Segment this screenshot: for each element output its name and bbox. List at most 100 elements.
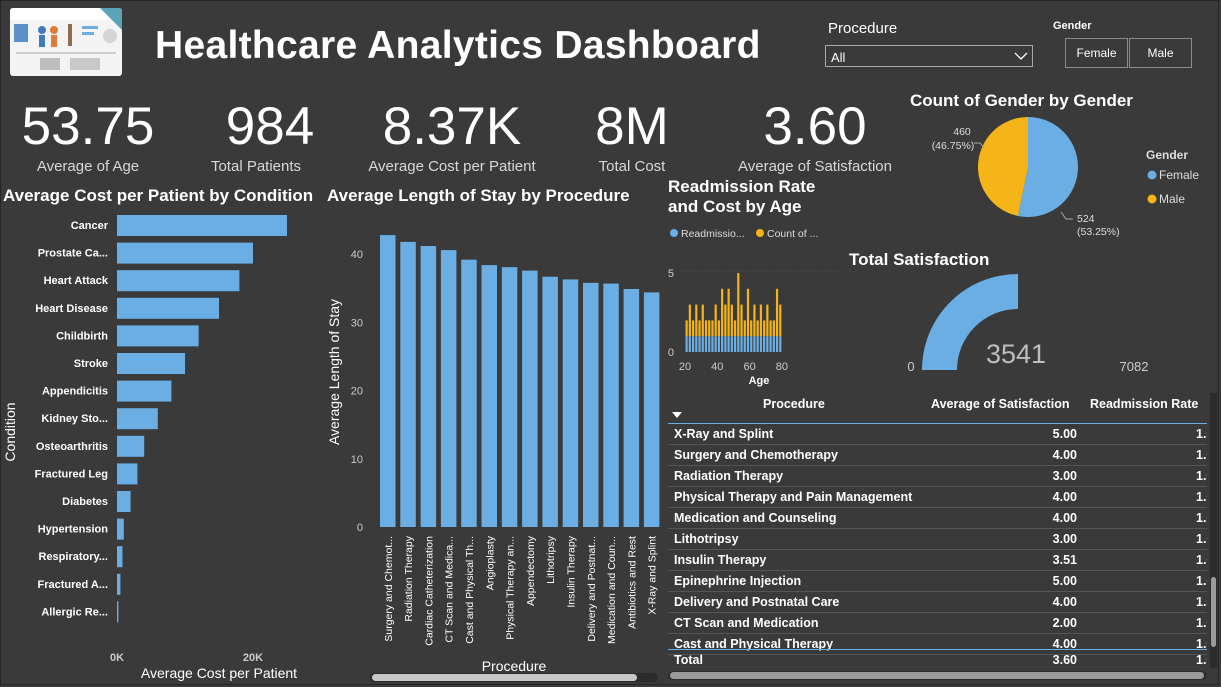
legend-label: Readmissio... <box>681 228 745 240</box>
cell-procedure: Surgery and Chemotherapy <box>674 448 838 462</box>
y-axis-label: Average Length of Stay <box>326 299 342 445</box>
slice-value-label: 524 <box>1077 213 1095 225</box>
bar-segment <box>743 336 746 352</box>
column-header-procedure[interactable]: Procedure <box>763 397 825 411</box>
bar-segment <box>746 336 750 352</box>
bar-segment <box>769 320 772 337</box>
dashboard-thumbnail[interactable] <box>10 8 122 76</box>
table-row[interactable]: Medication and Counseling 4.00 1.00 <box>668 508 1207 529</box>
y-tick-label: 40 <box>351 249 363 261</box>
table-row[interactable]: Lithotripsy 3.00 1.00 <box>668 529 1207 550</box>
bar-segment <box>727 336 730 352</box>
bar-segment <box>740 304 743 337</box>
bar-segment <box>727 288 730 337</box>
cell-satisfaction: 3.00 <box>1052 532 1077 546</box>
table-row[interactable]: Delivery and Postnatal Care 4.00 1.00 <box>668 592 1207 613</box>
dashboard-title: Healthcare Analytics Dashboard <box>155 24 761 67</box>
table-row[interactable]: CT Scan and Medication 2.00 1.00 <box>668 613 1207 634</box>
gender-pie-title: Count of Gender by Gender <box>910 91 1133 110</box>
table-row[interactable]: Epinephrine Injection 5.00 1.00 <box>668 571 1207 592</box>
bar-segment <box>763 336 766 352</box>
cell-satisfaction: 4.00 <box>1052 490 1077 504</box>
bar <box>583 282 599 527</box>
cell-satisfaction: 3.00 <box>1052 469 1077 483</box>
slice-value-label: 460 <box>953 126 971 138</box>
category-label: Prostate Ca... <box>38 248 108 260</box>
bar-segment <box>746 288 750 337</box>
x-tick-label: 0K <box>110 652 124 664</box>
bar <box>400 241 416 527</box>
kpi-total-patients-value: 984 <box>225 97 315 156</box>
cell-procedure: Lithotripsy <box>674 532 739 546</box>
column-header-satisfaction[interactable]: Average of Satisfaction <box>931 397 1069 411</box>
procedure-slicer-label: Procedure <box>828 20 898 37</box>
category-label: X-Ray and Splint <box>647 536 659 615</box>
bar-segment <box>721 336 724 352</box>
table-horizontal-scrollbar[interactable] <box>668 671 1207 680</box>
cell-readmission: 1.00 <box>1196 448 1207 462</box>
category-label: Stroke <box>74 358 108 370</box>
bar-segment <box>721 288 724 337</box>
kpi-avg-cost-value: 8.37K <box>382 97 522 156</box>
category-label: Allergic Re... <box>41 606 108 618</box>
table-vertical-scrollbar[interactable] <box>1210 393 1217 668</box>
bar-segment <box>753 336 756 352</box>
legend-marker <box>1147 170 1157 180</box>
sort-descending-icon[interactable] <box>672 412 682 418</box>
bar-segment <box>704 320 708 337</box>
bar-segment <box>759 336 763 352</box>
legend-label: Male <box>1159 192 1185 206</box>
bar-segment <box>766 304 769 337</box>
bar-segment <box>763 320 766 337</box>
bar-segment <box>775 336 779 352</box>
gauge-min: 0 <box>907 359 914 374</box>
cell-readmission: 1.00 <box>1196 490 1207 504</box>
gender-slicer-label: Gender <box>1053 20 1092 32</box>
bar <box>117 297 219 319</box>
category-label: Appendicitis <box>42 386 108 398</box>
bar-segment <box>698 336 701 352</box>
bar-segment <box>775 288 779 337</box>
table-row[interactable]: Surgery and Chemotherapy 4.00 1.00 <box>668 445 1207 466</box>
chevron-down-icon <box>1014 52 1028 60</box>
cell-satisfaction: 4.00 <box>1052 448 1077 462</box>
length-of-stay-title: Average Length of Stay by Procedure <box>327 186 630 205</box>
table-vscroll-thumb[interactable] <box>1211 577 1216 647</box>
scrollbar-thumb[interactable] <box>372 674 637 681</box>
cell-satisfaction: 3.51 <box>1052 553 1077 567</box>
bar <box>117 215 287 236</box>
category-label: Appendectomy <box>525 535 537 606</box>
bar-segment <box>695 336 698 352</box>
gender-male-button[interactable]: Male <box>1129 38 1192 68</box>
table-row[interactable]: Radiation Therapy 3.00 1.00 <box>668 466 1207 487</box>
category-label: Insulin Therapy <box>565 535 577 607</box>
total-label: Total <box>674 653 703 667</box>
table-row[interactable]: Physical Therapy and Pain Management 4.00… <box>668 487 1207 508</box>
bar-segment <box>730 304 733 337</box>
bar-segment <box>737 273 740 337</box>
category-label: Cancer <box>71 220 109 232</box>
column-header-readmission[interactable]: Readmission Rate <box>1090 397 1198 411</box>
legend-label: Count of ... <box>767 228 818 240</box>
procedure-dropdown[interactable]: All <box>825 45 1033 67</box>
bar-segment <box>698 320 701 337</box>
bar <box>440 250 457 527</box>
category-label: Childbirth <box>56 330 108 342</box>
gender-female-button[interactable]: Female <box>1065 38 1128 68</box>
cell-satisfaction: 5.00 <box>1052 427 1077 441</box>
table-row[interactable]: X-Ray and Splint 5.00 1.00 <box>668 424 1207 445</box>
bar-segment <box>717 320 721 337</box>
x-tick-label: 80 <box>776 361 788 373</box>
bar-segment <box>688 336 691 352</box>
cell-procedure: Insulin Therapy <box>674 553 767 567</box>
y-tick-label: 30 <box>351 317 363 329</box>
table-row[interactable]: Insulin Therapy 3.51 1.00 <box>668 550 1207 571</box>
gauge-max: 7082 <box>1120 359 1149 374</box>
table-scrollbar-thumb[interactable] <box>670 672 1204 679</box>
bar-segment <box>691 336 695 352</box>
bar <box>461 259 477 527</box>
bar-segment <box>714 336 717 352</box>
length-of-stay-scrollbar[interactable] <box>370 673 658 682</box>
bar <box>117 380 172 402</box>
category-label: Lithotripsy <box>545 535 557 584</box>
